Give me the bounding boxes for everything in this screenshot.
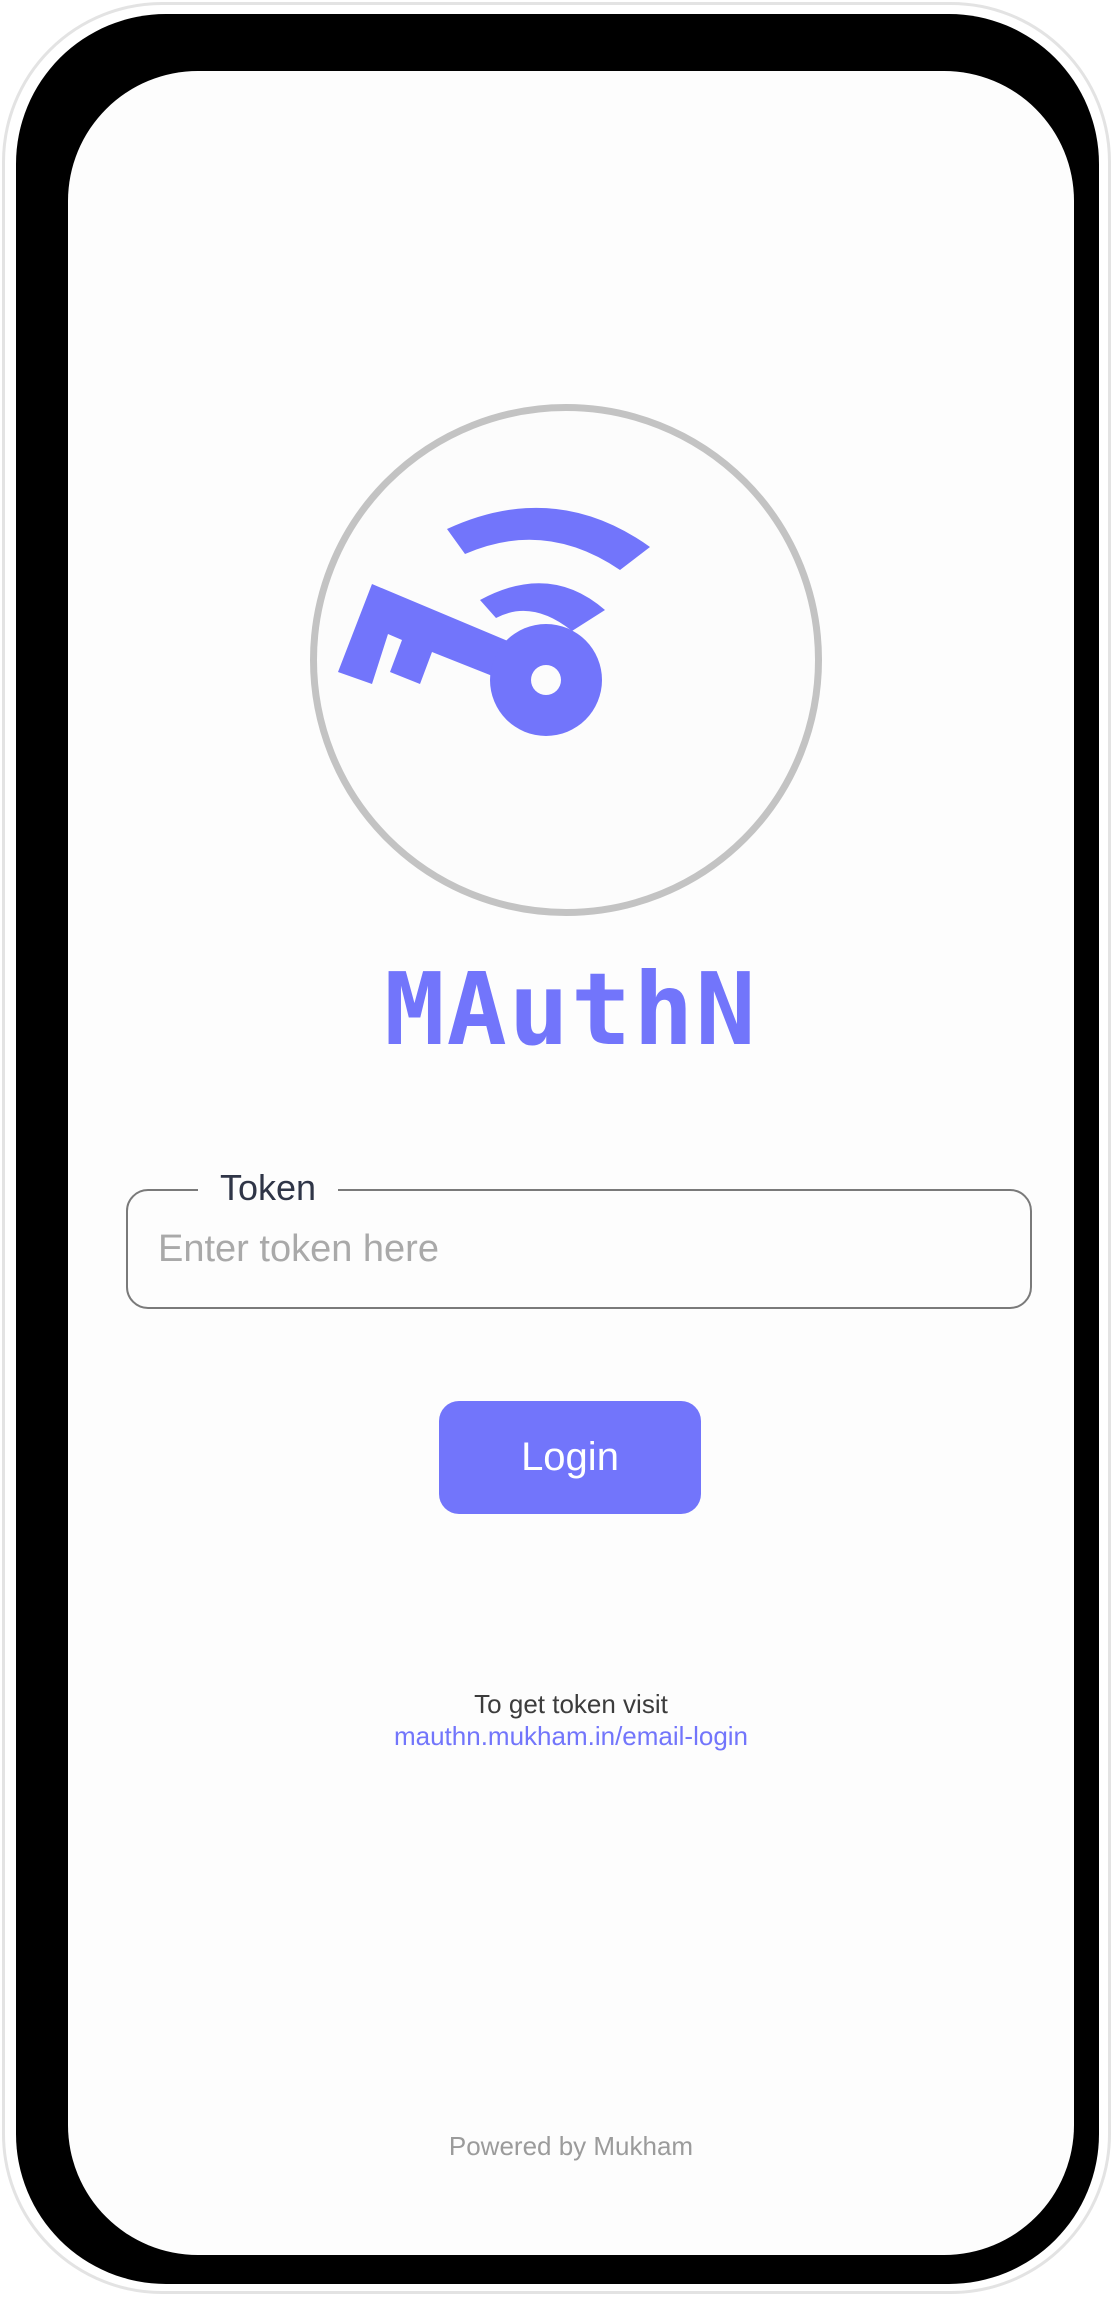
token-link[interactable]: mauthn.mukham.in/email-login (68, 1721, 1074, 1752)
device-bezel: MAuthN Token Login To get token visit ma… (16, 14, 1099, 2284)
login-button[interactable]: Login (439, 1401, 701, 1514)
signal-arc-inner-icon (480, 583, 605, 631)
key-hole-icon (531, 665, 561, 695)
signal-arc-outer-icon (447, 507, 650, 570)
app-screen: MAuthN Token Login To get token visit ma… (68, 71, 1074, 2255)
token-hint-text: To get token visit (474, 1689, 668, 1719)
footer-credit: Powered by Mukham (448, 2131, 694, 2161)
brand-wordmark: MAuthN (384, 951, 758, 1068)
token-label: Token (198, 1167, 339, 1209)
key-wifi-icon (338, 507, 650, 736)
token-input[interactable] (158, 1219, 998, 1279)
